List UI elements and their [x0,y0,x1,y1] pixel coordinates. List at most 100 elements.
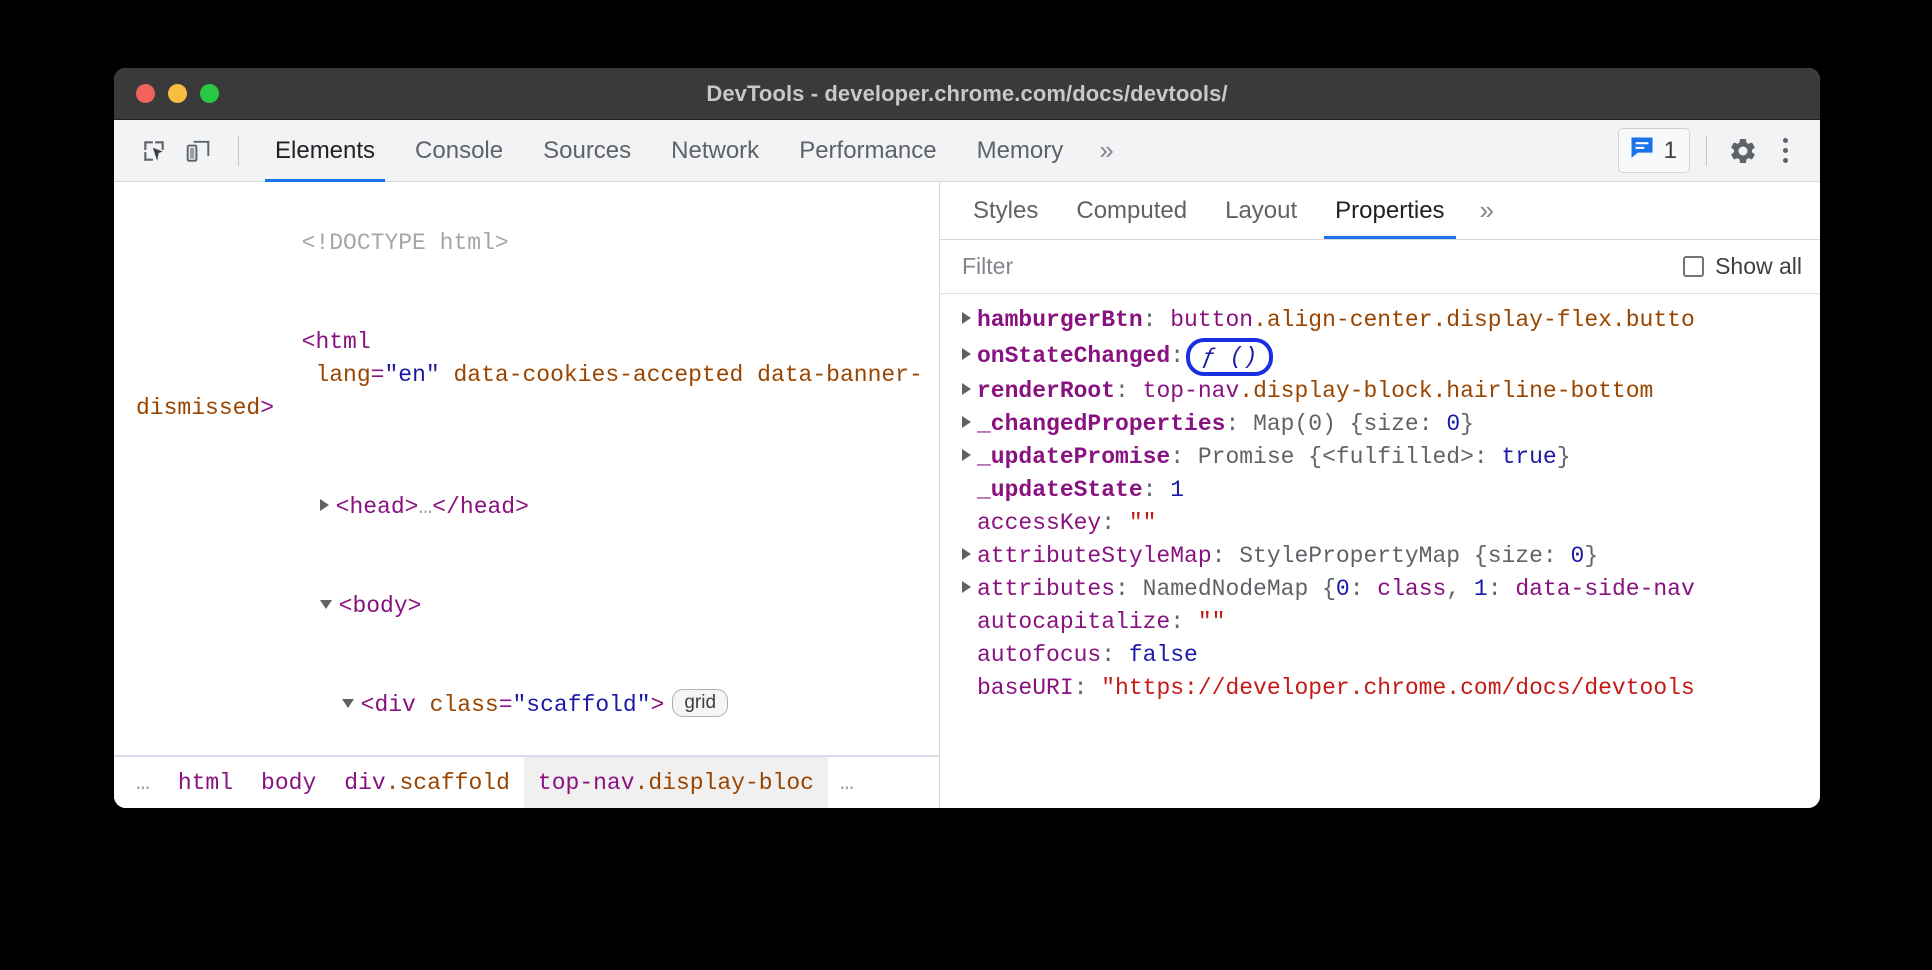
show-all-toggle[interactable]: Show all [1683,253,1802,280]
tab-computed[interactable]: Computed [1057,182,1206,239]
dom-node-body[interactable]: <body> [114,557,939,656]
device-toolbar-icon[interactable] [178,131,218,171]
property-row[interactable]: autocapitalize: "" [940,606,1820,639]
close-window-button[interactable] [136,84,155,103]
tab-computed-label: Computed [1076,197,1187,225]
inspect-element-icon[interactable] [134,131,174,171]
property-value-key1: 1 [1474,576,1488,602]
devtools-window: DevTools - developer.chrome.com/docs/dev… [114,68,1820,808]
dom-node-doctype[interactable]: <!DOCTYPE html> [114,194,939,293]
screenshot-root: DevTools - developer.chrome.com/docs/dev… [0,0,1932,970]
expand-triangle-icon[interactable] [962,416,971,428]
devtools-body: <!DOCTYPE html> <html lang="en" data-coo… [114,182,1820,808]
breadcrumb-overflow-left[interactable]: … [124,757,164,809]
tab-sources[interactable]: Sources [523,120,651,182]
property-row[interactable]: hamburgerBtn: button.align-center.displa… [940,304,1820,337]
properties-list[interactable]: hamburgerBtn: button.align-center.displa… [940,294,1820,808]
tab-styles-label: Styles [973,197,1038,225]
tab-performance[interactable]: Performance [779,120,956,182]
tab-network[interactable]: Network [651,120,779,182]
dom-node-html[interactable]: <html lang="en" data-cookies-accepted da… [114,293,939,458]
maximize-window-button[interactable] [200,84,219,103]
expand-triangle-icon[interactable] [962,348,971,360]
more-panels-chevron-icon[interactable]: » [1083,135,1129,166]
breadcrumb-tag: html [178,770,233,796]
property-value-class: .display-block.hairline-bottom [1239,378,1653,404]
property-name: autofocus [977,642,1101,668]
property-row[interactable]: accessKey: "" [940,507,1820,540]
window-controls[interactable] [136,84,219,103]
more-options-icon[interactable] [1767,138,1804,163]
expand-triangle-icon[interactable] [962,548,971,560]
collapse-triangle-icon[interactable] [320,600,332,609]
property-value-num: 0 [1446,411,1460,437]
doctype-text: <!DOCTYPE html> [302,230,509,256]
devtools-toolbar: Elements Console Sources Network Perform… [114,120,1820,182]
property-row[interactable]: _changedProperties: Map(0) {size: 0} [940,408,1820,441]
property-value: ƒ () [1202,344,1257,370]
tab-elements[interactable]: Elements [255,120,395,182]
expand-triangle-icon[interactable] [962,449,971,461]
breadcrumb-item-body[interactable]: body [247,757,330,809]
property-value-num: 0 [1571,543,1585,569]
property-row[interactable]: autofocus: false [940,639,1820,672]
property-row[interactable]: _updatePromise: Promise {<fulfilled>: tr… [940,441,1820,474]
more-sidebar-tabs-chevron-icon[interactable]: » [1464,182,1510,239]
property-value-key0: 0 [1336,576,1350,602]
show-all-checkbox[interactable] [1683,256,1704,277]
property-name: _updatePromise [977,444,1170,470]
dom-node-head[interactable]: <head>…</head> [114,458,939,557]
tab-network-label: Network [671,137,759,165]
expand-triangle-icon[interactable] [962,383,971,395]
property-row[interactable]: attributes: NamedNodeMap {0: class, 1: d… [940,573,1820,606]
tab-console[interactable]: Console [395,120,523,182]
property-name: _changedProperties [977,411,1225,437]
property-value: Promise {<fulfilled>: [1198,444,1502,470]
expand-triangle-icon[interactable] [320,499,329,511]
property-row[interactable]: attributeStyleMap: StylePropertyMap {siz… [940,540,1820,573]
dom-node-top-nav[interactable]: …<top-nav class="display-block hairline-… [114,755,939,756]
issues-message-icon [1628,134,1656,167]
property-row[interactable]: renderRoot: top-nav.display-block.hairli… [940,375,1820,408]
grid-badge[interactable]: grid [672,689,728,717]
property-value-key: size [1363,411,1418,437]
property-value-attr1: data-side-nav [1515,576,1694,602]
property-value-sep2: : [1488,576,1516,602]
window-title: DevTools - developer.chrome.com/docs/dev… [114,81,1820,107]
tab-sources-label: Sources [543,137,631,165]
tab-memory[interactable]: Memory [957,120,1084,182]
tab-properties[interactable]: Properties [1316,182,1463,239]
collapse-triangle-icon[interactable] [342,699,354,708]
show-all-label: Show all [1715,253,1802,280]
dom-node-div-scaffold[interactable]: <div class="scaffold">grid [114,656,939,755]
filter-input[interactable] [962,253,1683,280]
property-row[interactable]: _updateState: 1 [940,474,1820,507]
property-value-comma: , [1446,576,1474,602]
tab-console-label: Console [415,137,503,165]
expand-triangle-icon[interactable] [962,312,971,324]
breadcrumb-overflow-right[interactable]: … [828,757,868,809]
breadcrumb-class: .scaffold [386,770,510,796]
property-row[interactable]: onStateChanged:ƒ () [940,337,1820,375]
breadcrumb-item-top-nav[interactable]: top-nav.display-bloc [524,757,828,809]
expand-triangle-icon[interactable] [962,581,971,593]
property-row[interactable]: baseURI: "https://developer.chrome.com/d… [940,672,1820,705]
tab-elements-label: Elements [275,137,375,165]
property-value: StylePropertyMap {size: [1239,543,1570,569]
tab-layout-label: Layout [1225,197,1297,225]
tab-styles[interactable]: Styles [954,182,1057,239]
property-value-end: } [1460,411,1474,437]
tab-layout[interactable]: Layout [1206,182,1316,239]
breadcrumb-item-div-scaffold[interactable]: div.scaffold [330,757,524,809]
breadcrumb: … html body div.scaffold top-nav.display… [114,756,939,808]
dom-tree[interactable]: <!DOCTYPE html> <html lang="en" data-coo… [114,182,939,756]
minimize-window-button[interactable] [168,84,187,103]
toolbar-divider-2 [1706,136,1707,166]
breadcrumb-item-html[interactable]: html [164,757,247,809]
issues-button[interactable]: 1 [1618,128,1690,173]
property-name: baseURI [977,675,1074,701]
gear-icon[interactable] [1723,131,1763,171]
property-value: false [1129,642,1198,668]
panel-tabs: Elements Console Sources Network Perform… [255,120,1083,182]
window-titlebar: DevTools - developer.chrome.com/docs/dev… [114,68,1820,120]
